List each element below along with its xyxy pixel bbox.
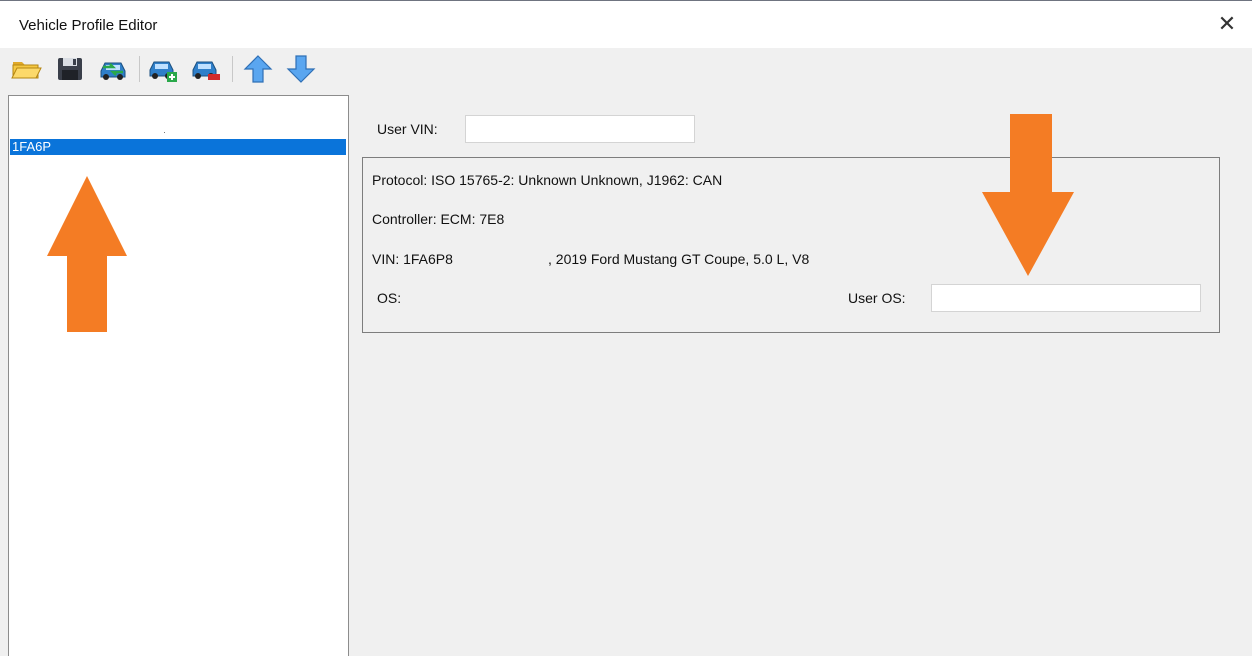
vehicle-profile-editor-window: Vehicle Profile Editor ✕ 1FA6P User VIN:…	[0, 0, 1252, 656]
annotation-arrow-down-icon	[982, 114, 1074, 276]
car-remove-icon[interactable]	[190, 53, 222, 85]
title-bar: Vehicle Profile Editor ✕	[0, 0, 1252, 49]
window-title: Vehicle Profile Editor	[19, 17, 158, 34]
user-vin-input[interactable]	[465, 115, 695, 143]
user-os-input[interactable]	[931, 284, 1201, 312]
os-label: OS:	[377, 290, 402, 306]
toolbar-separator	[232, 56, 233, 82]
car-add-icon[interactable]	[147, 53, 179, 85]
car-transfer-icon[interactable]	[97, 53, 129, 85]
user-vin-label: User VIN:	[377, 121, 438, 137]
controller-text: Controller: ECM: 7E8	[372, 211, 505, 227]
arrow-down-icon[interactable]	[285, 53, 317, 85]
vin-text-suffix: , 2019 Ford Mustang GT Coupe, 5.0 L, V8	[548, 251, 810, 267]
open-folder-icon[interactable]	[10, 53, 42, 85]
arrow-up-icon[interactable]	[242, 53, 274, 85]
save-icon[interactable]	[54, 53, 86, 85]
list-artifact	[164, 132, 165, 133]
vin-text-prefix: VIN: 1FA6P8	[372, 251, 453, 267]
protocol-text: Protocol: ISO 15765-2: Unknown Unknown, …	[372, 172, 723, 188]
user-os-label: User OS:	[848, 290, 906, 306]
toolbar	[0, 48, 1252, 90]
annotation-arrow-up-icon	[47, 176, 127, 332]
list-item-selected[interactable]: 1FA6P	[10, 139, 346, 155]
toolbar-separator	[139, 56, 140, 82]
close-icon[interactable]: ✕	[1216, 13, 1238, 35]
